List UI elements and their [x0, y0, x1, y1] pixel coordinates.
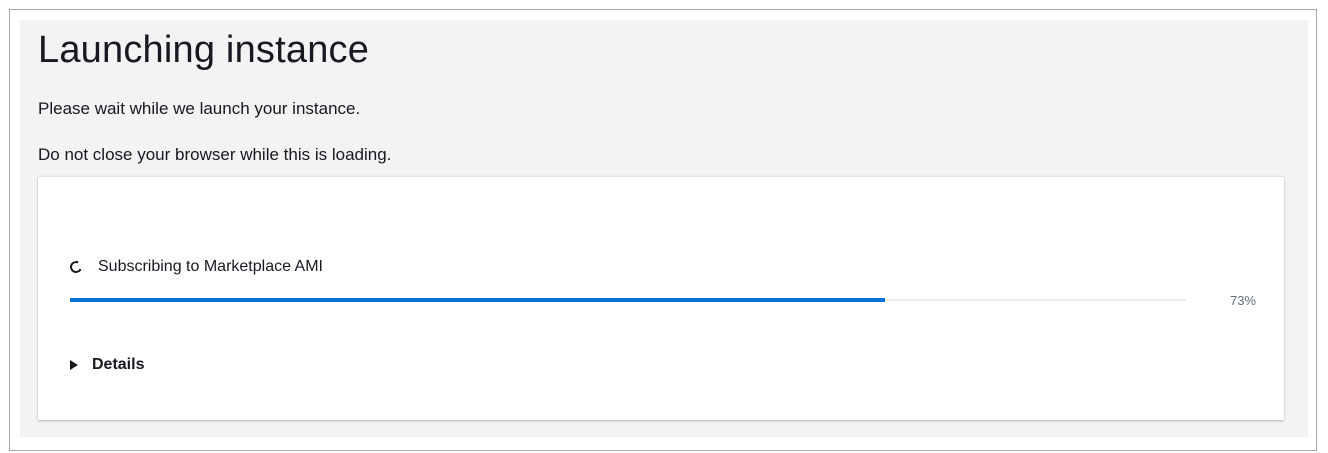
- page-title: Launching instance: [38, 29, 370, 71]
- details-label: Details: [92, 356, 145, 373]
- details-expander[interactable]: Details: [70, 355, 144, 375]
- browser-warning-message: Do not close your browser while this is …: [38, 145, 392, 164]
- progress-bar-fill: [70, 298, 885, 302]
- launch-progress-card: Subscribing to Marketplace AMI 73% Detai…: [38, 176, 1284, 420]
- status-row: Subscribing to Marketplace AMI: [68, 257, 323, 277]
- progress-bar: [70, 298, 1186, 302]
- wait-message: Please wait while we launch your instanc…: [38, 99, 361, 118]
- progress-percent: 73%: [1229, 293, 1256, 308]
- spinner-icon: [68, 259, 84, 275]
- caret-right-icon: [70, 360, 78, 370]
- status-label: Subscribing to Marketplace AMI: [98, 258, 323, 275]
